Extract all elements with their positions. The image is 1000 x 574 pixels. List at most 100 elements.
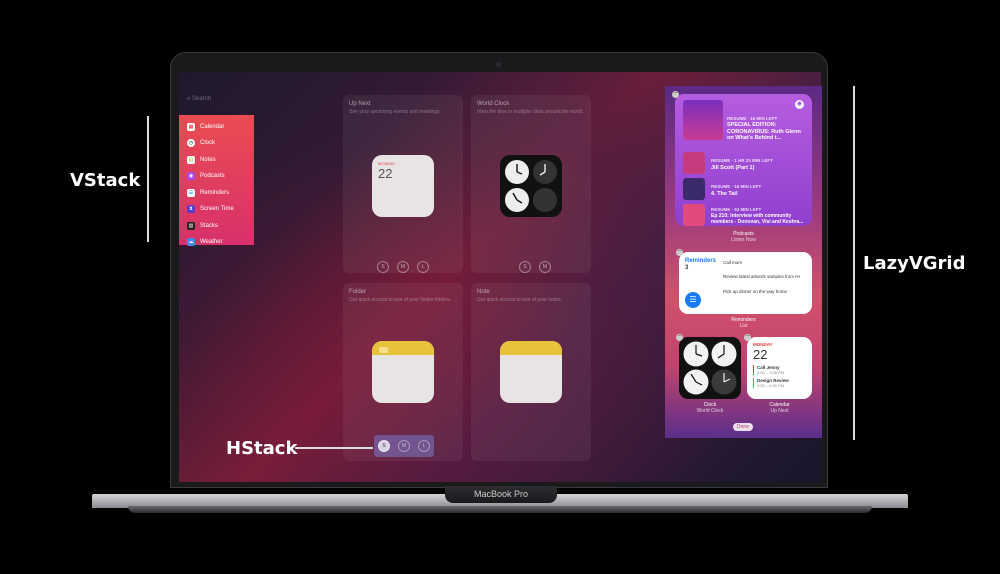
- calendar-date: 22: [753, 347, 768, 362]
- weather-icon: ☁: [187, 238, 195, 247]
- featured-podcast-title: SPECIAL EDITION: CORONAVIRUS: Ruth Glenn…: [727, 122, 801, 141]
- sidebar-item-podcasts[interactable]: ◉ Podcasts: [179, 169, 254, 185]
- event-time: 2:00 – 3:00 PM: [757, 370, 785, 375]
- gallery-card-world-clock[interactable]: World Clock View the time in multiple ci…: [471, 95, 591, 273]
- sidebar-item-label: Notes: [200, 156, 216, 163]
- size-medium-button[interactable]: M: [397, 261, 409, 273]
- sidebar: ▦ Calendar ◷ Clock ▤ Notes ◉ Podcasts ☰ Remin…: [179, 115, 254, 247]
- calendar-event[interactable]: Call Jenny 2:00 – 3:00 PM: [753, 365, 784, 375]
- card-title: Up Next: [349, 101, 371, 107]
- clock-faces-icon: [505, 160, 557, 212]
- podcast-title: 4. The Tail: [711, 191, 738, 197]
- podcasts-widget[interactable]: − ◉ RESUME · 16 MIN LEFT SPECIAL EDITION…: [672, 90, 812, 226]
- calendar-widget-sublabel: Up Next: [770, 408, 789, 414]
- done-button[interactable]: Done: [733, 423, 753, 431]
- laptop-model-label: MacBook Pro: [445, 486, 557, 503]
- reminder-item[interactable]: Pick up dinner on the way home: [723, 289, 787, 294]
- world-clock-faces-icon: [683, 341, 737, 395]
- lazyvgrid-bracket-line: [853, 86, 855, 440]
- folder-widget-preview: [372, 341, 434, 403]
- podcast-artwork: [683, 178, 705, 200]
- sidebar-item-label: Clock: [200, 140, 216, 147]
- notes-header: [500, 341, 562, 355]
- card-description: Get quick access to one of your Notes fo…: [349, 297, 452, 303]
- sidebar-item-label: Screen Time: [200, 206, 234, 213]
- calendar-event[interactable]: Design Review 3:00 – 4:00 PM: [753, 378, 789, 388]
- podcast-meta: RESUME · 53 MIN LEFT: [711, 207, 762, 212]
- reminders-title: Reminders: [685, 258, 717, 264]
- sidebar-item-clock[interactable]: ◷ Clock: [179, 136, 254, 152]
- remove-widget-icon[interactable]: −: [744, 333, 751, 341]
- size-large-button[interactable]: L: [417, 261, 429, 273]
- reminders-widget[interactable]: − Reminders 3 ☰ Call mom Review latest a…: [676, 248, 812, 314]
- remove-widget-icon[interactable]: −: [676, 248, 683, 256]
- sidebar-item-label: Weather: [200, 239, 223, 246]
- size-small-button[interactable]: S: [519, 261, 531, 273]
- card-description: View the time in multiple cities around …: [477, 109, 584, 115]
- podcasts-widget-sublabel: Listen Now: [731, 237, 756, 243]
- hstack-size-selector: SML: [374, 435, 434, 457]
- sidebar-item-label: Calendar: [200, 123, 225, 130]
- lazyvgrid-annotation: LazyVGrid: [863, 253, 966, 274]
- folder-icon: [379, 347, 388, 353]
- podcast-artwork: [683, 152, 705, 174]
- card-title: Note: [477, 289, 490, 295]
- sidebar-item-screen-time[interactable]: ⧗ Screen Time: [179, 202, 254, 218]
- card-title: Folder: [349, 289, 367, 295]
- sidebar-item-reminders[interactable]: ☰ Reminders: [179, 185, 254, 201]
- preview-day: MONDAY: [378, 161, 396, 166]
- podcast-meta: RESUME · 16 MIN LEFT: [711, 184, 762, 189]
- clock-widget-sublabel: World Clock: [696, 408, 724, 414]
- sidebar-search[interactable]: ⌕ Search: [187, 96, 253, 106]
- calendar-icon: ▦: [187, 122, 195, 131]
- featured-podcast-artwork: [683, 100, 723, 140]
- note-widget-preview: [500, 341, 562, 403]
- size-selector: SML: [373, 255, 433, 273]
- gallery-card-note[interactable]: Note Get quick access to one of your not…: [471, 283, 591, 461]
- sidebar-search-placeholder: Search: [192, 96, 212, 102]
- clock-icon: ◷: [187, 139, 195, 148]
- clock-widget-preview: [500, 155, 562, 217]
- stacks-icon: ▥: [187, 221, 195, 230]
- size-small-button[interactable]: S: [378, 440, 390, 452]
- size-medium-button[interactable]: M: [398, 440, 410, 452]
- card-title: World Clock: [477, 101, 510, 107]
- reminders-icon: ☰: [187, 188, 195, 197]
- remove-widget-icon[interactable]: −: [676, 333, 683, 341]
- card-description: See your upcoming events and meetings.: [349, 109, 441, 115]
- reminders-list-icon: ☰: [685, 292, 701, 308]
- sidebar-item-calendar[interactable]: ▦ Calendar: [179, 119, 254, 135]
- hstack-annotation: HStack: [226, 438, 298, 459]
- sidebar-item-label: Reminders: [200, 189, 230, 196]
- widget-panel: − ◉ RESUME · 16 MIN LEFT SPECIAL EDITION…: [665, 86, 822, 438]
- size-large-button[interactable]: L: [418, 440, 430, 452]
- vstack-annotation: VStack: [70, 170, 141, 191]
- reminder-item[interactable]: Review latest artwork samples from HI: [723, 274, 800, 279]
- podcasts-icon: ◉: [187, 172, 195, 181]
- calendar-widget[interactable]: − MONDAY 22 Call Jenny 2:00 – 3:00 PM De…: [744, 333, 812, 399]
- size-medium-button[interactable]: M: [539, 261, 551, 273]
- camera: [496, 62, 501, 67]
- remove-widget-icon[interactable]: −: [672, 90, 679, 98]
- podcast-title: Ep 210: Interview with community members…: [711, 213, 804, 225]
- reminders-widget-sublabel: List: [739, 323, 748, 329]
- sidebar-item-weather[interactable]: ☁ Weather: [179, 235, 254, 251]
- sidebar-item-notes[interactable]: ▤ Notes: [179, 152, 254, 168]
- hstack-pointer-line: [295, 447, 373, 449]
- podcasts-icon: ◉: [795, 100, 804, 109]
- gallery-card-up-next[interactable]: Up Next See your upcoming events and mee…: [343, 95, 463, 273]
- sidebar-item-label: Podcasts: [200, 173, 225, 180]
- screen-time-icon: ⧗: [187, 205, 195, 214]
- laptop-base-bottom: [128, 506, 872, 513]
- size-small-button[interactable]: S: [377, 261, 389, 273]
- preview-date: 22: [378, 166, 393, 181]
- clock-widget[interactable]: −: [676, 333, 741, 399]
- vstack-bracket-line: [147, 116, 149, 242]
- reminders-count: 3: [685, 265, 689, 271]
- size-selector: SM: [515, 255, 555, 273]
- podcast-meta: RESUME · 1 HR 23 MIN LEFT: [711, 158, 773, 163]
- reminder-item[interactable]: Call mom: [723, 260, 742, 265]
- sidebar-item-label: Stacks: [200, 222, 219, 229]
- calendar-widget-preview: MONDAY 22: [372, 155, 434, 217]
- sidebar-item-stacks[interactable]: ▥ Stacks: [179, 218, 254, 234]
